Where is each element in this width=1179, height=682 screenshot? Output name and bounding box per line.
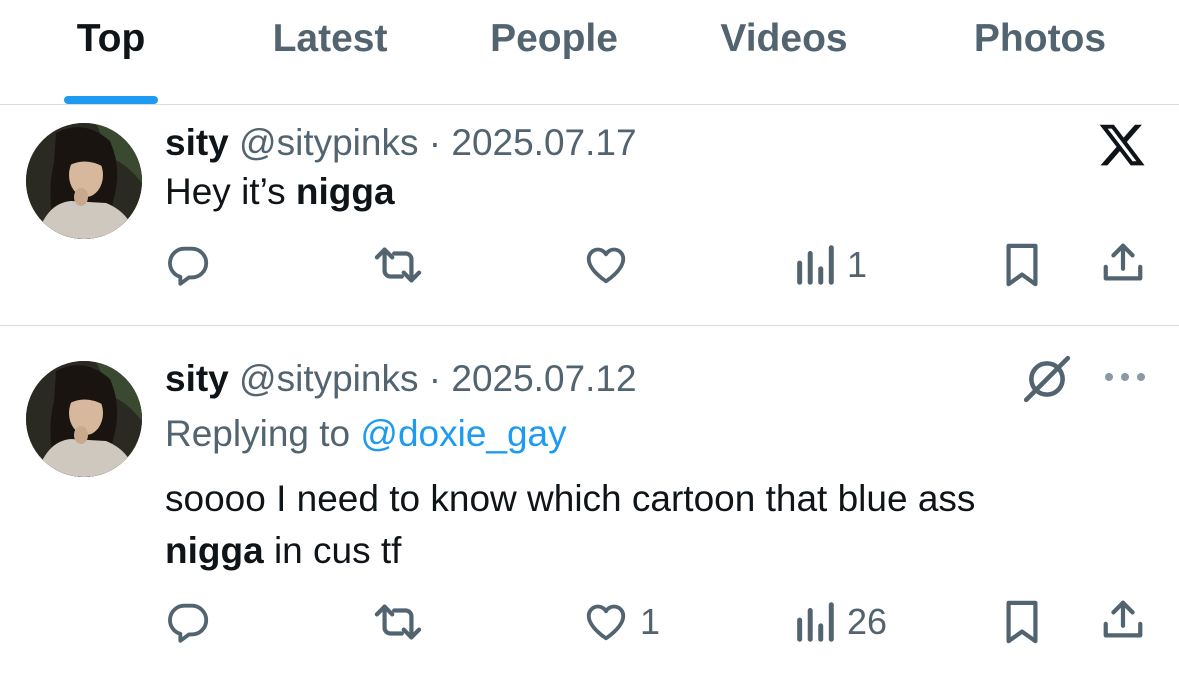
user-handle[interactable]: @sitypinks <box>239 122 418 163</box>
reply-icon <box>168 246 209 286</box>
share-icon <box>1103 600 1143 638</box>
separator: · <box>428 122 442 163</box>
views-count: 1 <box>847 244 868 285</box>
separator: · <box>428 358 442 399</box>
tweet-date[interactable]: 2025.07.12 <box>451 358 636 399</box>
like-button[interactable] <box>582 242 630 288</box>
user-handle[interactable]: @sitypinks <box>239 358 418 399</box>
share-button[interactable] <box>1100 240 1146 286</box>
reply-icon <box>168 603 209 643</box>
views-count: 26 <box>847 601 888 642</box>
tab-latest[interactable]: Latest <box>256 14 404 64</box>
tweet-text: Hey it’s nigga <box>165 166 395 218</box>
tweet[interactable]: sity @sitypinks · 2025.07.17 Hey it’s ni… <box>0 106 1179 326</box>
tweet-header: sity @sitypinks · 2025.07.12 <box>165 356 637 402</box>
bookmark-icon <box>1006 243 1038 287</box>
heart-icon <box>586 604 626 641</box>
tweet-text-bold: nigga <box>295 171 395 212</box>
active-tab-indicator <box>64 96 158 104</box>
avatar[interactable] <box>26 123 142 239</box>
tweet-header: sity @sitypinks · 2025.07.17 <box>165 120 637 166</box>
share-icon <box>1103 243 1143 281</box>
display-name[interactable]: sity <box>165 358 229 399</box>
views-button[interactable]: 26 <box>793 599 887 645</box>
share-button[interactable] <box>1100 597 1146 643</box>
repost-button[interactable] <box>372 599 424 645</box>
bookmark-button[interactable] <box>1001 599 1043 645</box>
tweet[interactable]: sity @sitypinks · 2025.07.12 Replying to… <box>0 327 1179 682</box>
tweet-text-plain: in cus tf <box>263 530 402 571</box>
reply-button[interactable] <box>165 599 211 645</box>
tab-people[interactable]: People <box>476 14 632 64</box>
tab-videos[interactable]: Videos <box>706 14 862 64</box>
heart-icon <box>586 247 626 284</box>
repost-icon <box>374 247 422 283</box>
bookmark-button[interactable] <box>1001 242 1043 288</box>
tweet-text-plain: Hey it’s <box>165 171 296 212</box>
grok-icon[interactable] <box>1022 354 1072 409</box>
more-dots-icon[interactable] <box>1102 367 1148 392</box>
repost-icon <box>374 604 422 640</box>
views-icon <box>797 245 834 285</box>
like-button[interactable]: 1 <box>582 599 660 645</box>
tab-top[interactable]: Top <box>66 14 156 64</box>
views-button[interactable]: 1 <box>793 242 867 288</box>
tweet-date[interactable]: 2025.07.17 <box>451 122 636 163</box>
replying-to-handle[interactable]: @doxie_gay <box>360 413 566 454</box>
likes-count: 1 <box>640 601 661 642</box>
views-icon <box>797 602 834 642</box>
tweet-text-bold: nigga <box>165 530 264 571</box>
replying-to-label: Replying to <box>165 413 361 454</box>
tweet-text-line-1: soooo I need to know which cartoon that … <box>165 478 976 519</box>
tweet-text-line-2: nigga in cus tf <box>165 525 401 577</box>
x-logo-icon[interactable] <box>1097 120 1147 175</box>
replying-to: Replying to @doxie_gay <box>165 411 567 457</box>
reply-button[interactable] <box>165 242 211 288</box>
tab-photos[interactable]: Photos <box>960 14 1120 64</box>
search-tabs: Top Latest People Videos Photos <box>0 0 1179 105</box>
bookmark-icon <box>1006 600 1038 644</box>
display-name[interactable]: sity <box>165 122 229 163</box>
avatar[interactable] <box>26 361 142 477</box>
repost-button[interactable] <box>372 242 424 288</box>
